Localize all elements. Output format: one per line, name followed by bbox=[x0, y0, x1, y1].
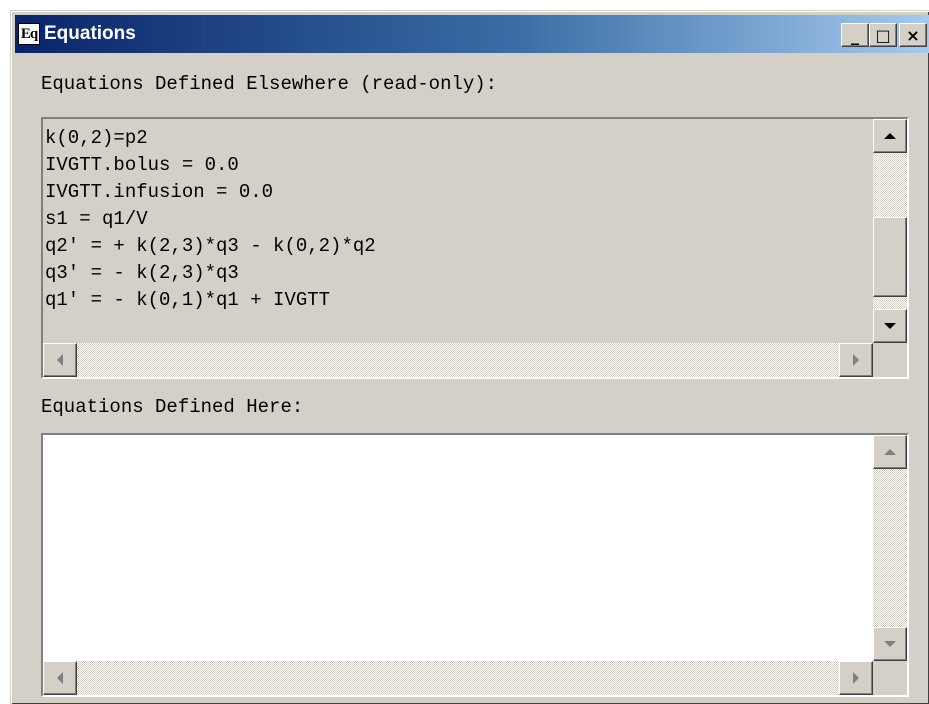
editable-equations-text[interactable] bbox=[43, 435, 873, 661]
readonly-equations-text: k(0,2)=p2 IVGTT.bolus = 0.0 IVGTT.infusion… bbox=[43, 119, 873, 343]
equation-line: q1' = - k(0,1)*q1 + IVGTT bbox=[45, 289, 331, 311]
arrow-right-icon bbox=[853, 672, 859, 684]
editable-equations-box[interactable] bbox=[41, 433, 909, 697]
readonly-equations-box[interactable]: k(0,2)=p2 IVGTT.bolus = 0.0 IVGTT.infusion… bbox=[41, 117, 909, 379]
scroll-right-button[interactable] bbox=[839, 661, 873, 695]
equation-line: q3' = - k(2,3)*q3 bbox=[45, 262, 239, 284]
close-button[interactable]: × bbox=[899, 23, 927, 47]
equation-line: IVGTT.infusion = 0.0 bbox=[45, 181, 274, 203]
arrow-right-icon bbox=[853, 354, 859, 366]
scroll-up-button[interactable] bbox=[873, 435, 907, 469]
readonly-vertical-scrollbar[interactable] bbox=[873, 119, 907, 343]
arrow-up-icon bbox=[884, 133, 896, 139]
scrollbar-corner bbox=[873, 343, 907, 377]
scroll-left-button[interactable] bbox=[43, 343, 77, 377]
equation-line: IVGTT.bolus = 0.0 bbox=[45, 154, 239, 176]
app-icon[interactable]: Eq bbox=[18, 23, 40, 45]
equation-line: k(0,2)=p2 bbox=[45, 127, 148, 149]
scroll-up-button[interactable] bbox=[873, 119, 907, 153]
arrow-down-icon bbox=[884, 641, 896, 647]
minimize-button[interactable]: _ bbox=[841, 23, 869, 47]
scroll-down-button[interactable] bbox=[873, 627, 907, 661]
editable-vertical-scrollbar[interactable] bbox=[873, 435, 907, 661]
readonly-equations-label: Equations Defined Elsewhere (read-only): bbox=[41, 73, 498, 95]
readonly-horizontal-scrollbar[interactable] bbox=[43, 343, 873, 377]
arrow-up-icon bbox=[884, 449, 896, 455]
equation-line: s1 = q1/V bbox=[45, 208, 148, 230]
scrollbar-corner bbox=[873, 661, 907, 695]
window-title: Equations bbox=[44, 23, 136, 44]
arrow-left-icon bbox=[57, 672, 63, 684]
maximize-button[interactable]: □ bbox=[869, 23, 897, 47]
arrow-down-icon bbox=[884, 323, 896, 329]
arrow-left-icon bbox=[57, 354, 63, 366]
scroll-right-button[interactable] bbox=[839, 343, 873, 377]
scroll-left-button[interactable] bbox=[43, 661, 77, 695]
scroll-down-button[interactable] bbox=[873, 309, 907, 343]
editable-horizontal-scrollbar[interactable] bbox=[43, 661, 873, 695]
equation-line: q2' = + k(2,3)*q3 - k(0,2)*q2 bbox=[45, 235, 376, 257]
title-bar[interactable]: Eq Equations _ □ × bbox=[15, 15, 929, 53]
caption-buttons: _ □ × bbox=[841, 23, 927, 47]
editable-equations-label: Equations Defined Here: bbox=[41, 396, 304, 418]
equations-window: Eq Equations _ □ × Equations Defined Els… bbox=[10, 10, 929, 704]
scroll-thumb[interactable] bbox=[873, 217, 907, 297]
